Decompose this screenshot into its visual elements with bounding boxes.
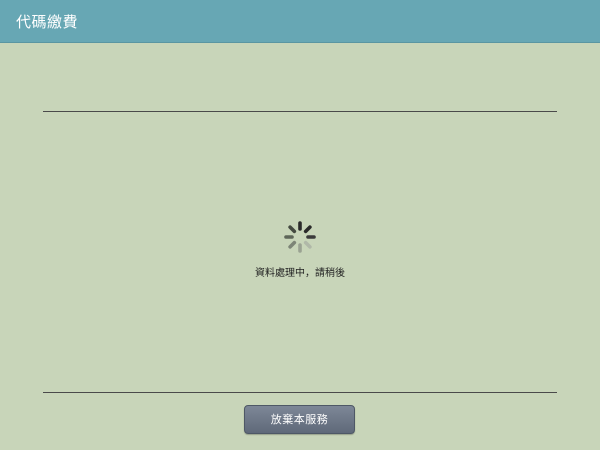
top-divider [43,111,557,112]
title-bar: 代碼繳費 [0,0,600,43]
bottom-divider [43,392,557,393]
page-title: 代碼繳費 [16,13,79,31]
abandon-service-button[interactable]: 放棄本服務 [244,405,355,434]
loading-spinner-icon [284,221,316,253]
loading-message: 資料處理中，請稍後 [255,268,345,279]
